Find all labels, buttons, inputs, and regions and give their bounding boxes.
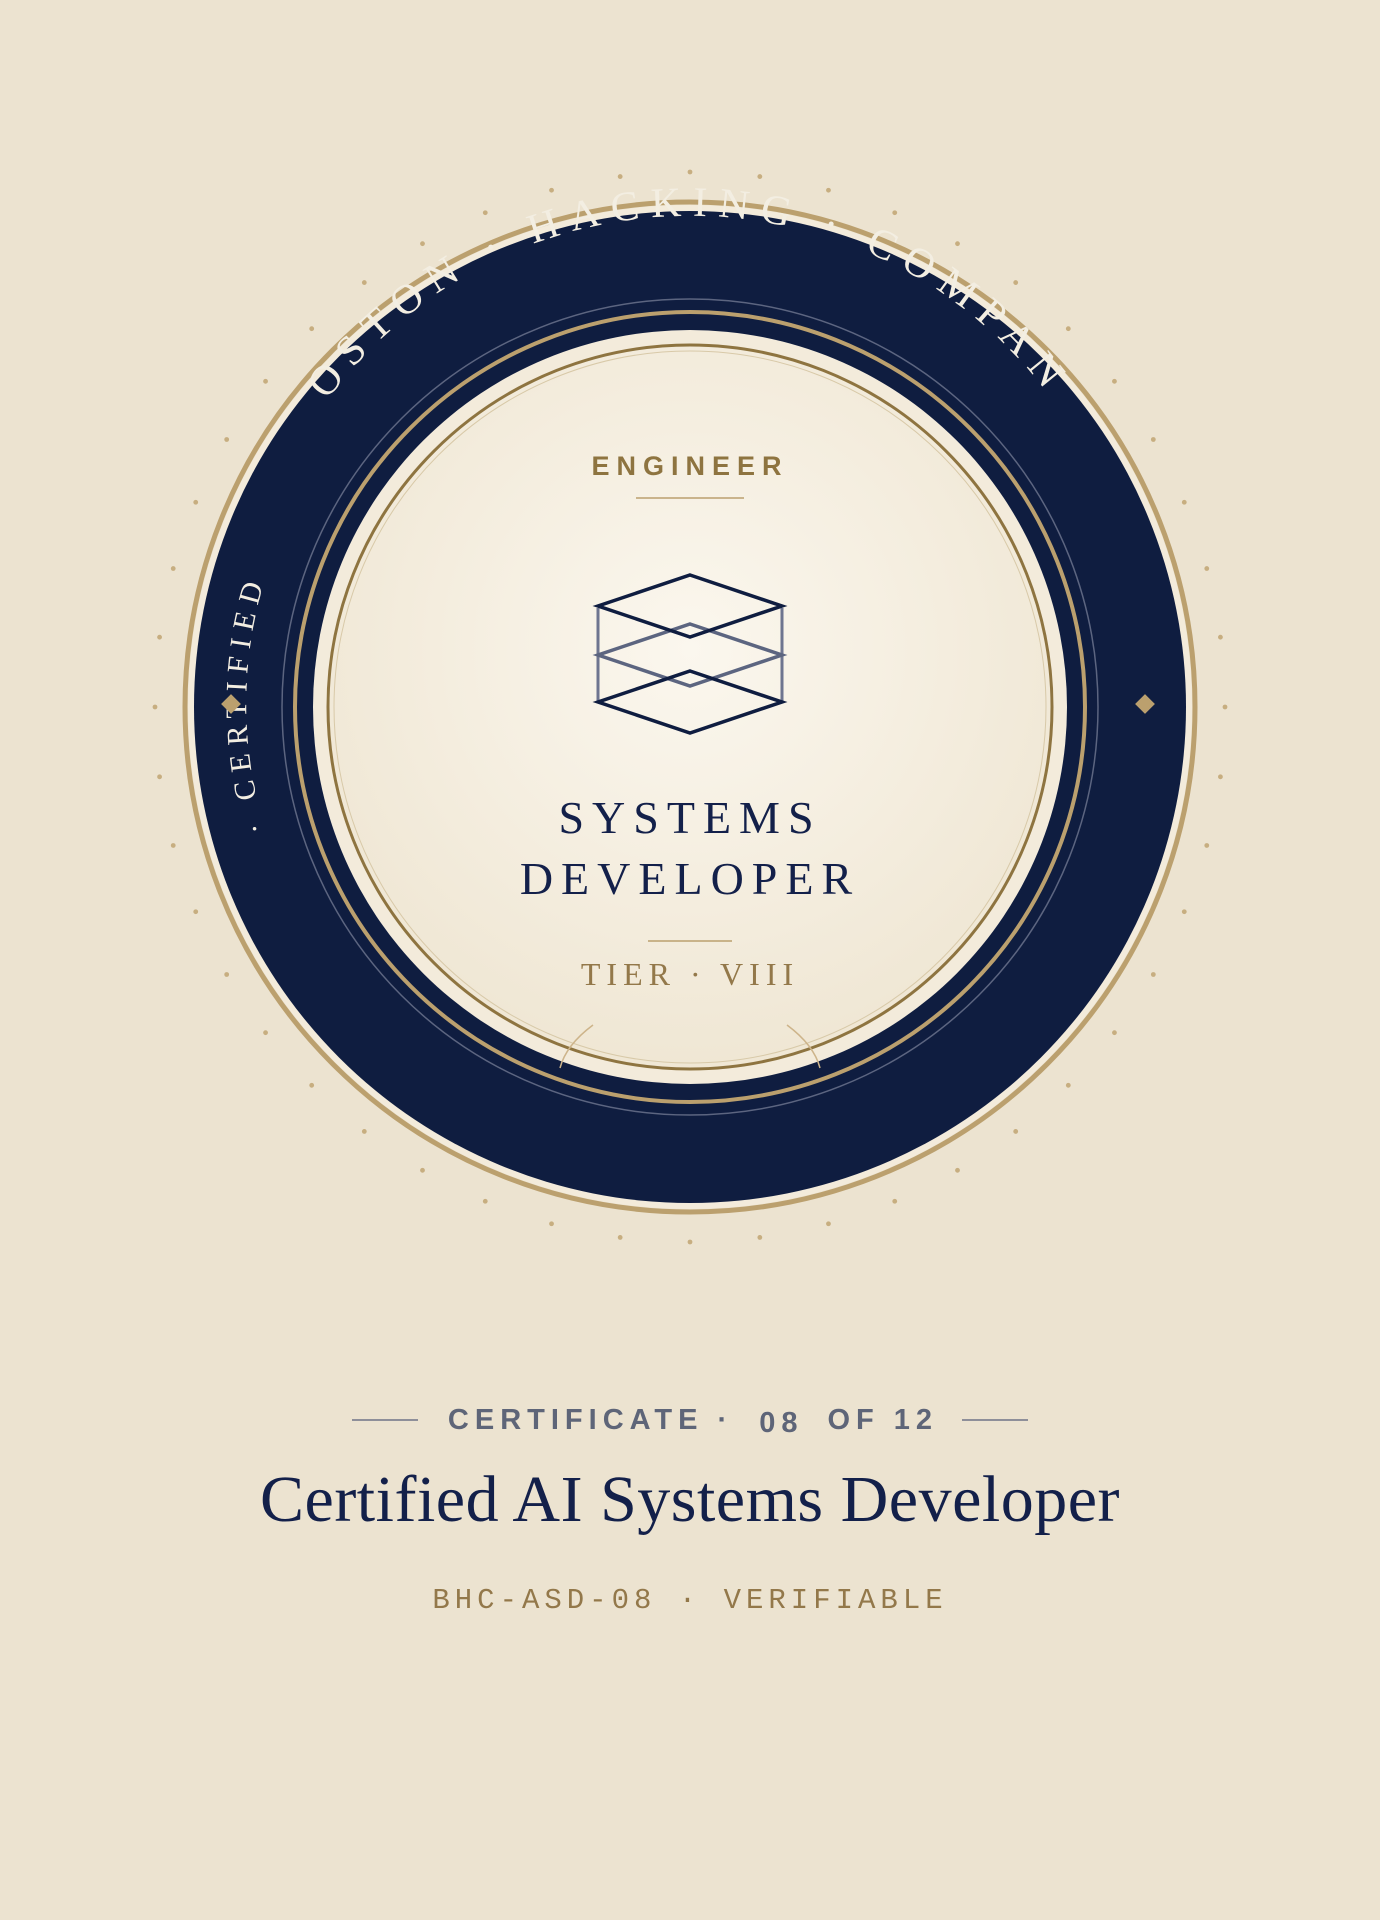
ring-dot [687, 1239, 693, 1245]
ring-dot [1181, 499, 1187, 505]
ring-dot [263, 378, 268, 384]
ring-dot [617, 174, 623, 179]
ring-dot [549, 1221, 554, 1227]
certificate-number-line: CERTIFICATE · 08 OF 12 [0, 1398, 1380, 1442]
ring-dot [482, 1198, 488, 1204]
ring-dot [152, 704, 158, 710]
ring-dot [1065, 326, 1071, 332]
ring-dot [157, 774, 162, 780]
ring-dot [420, 241, 425, 247]
ring-dot [757, 1235, 763, 1240]
badge-tier: TIER · VIII [581, 956, 799, 992]
right-divider [962, 1419, 1029, 1421]
ring-dot [482, 210, 488, 216]
certificate-label: CERTIFICATE · [447, 1403, 734, 1436]
ring-dot [263, 1030, 268, 1036]
ring-dot [757, 174, 763, 179]
certificate-code: BHC-ASD-08 · VERIFIABLE [432, 1584, 948, 1617]
ring-dot [1112, 378, 1117, 384]
ring-dot [1181, 909, 1187, 915]
ring-dot [1222, 704, 1228, 710]
ring-dot [1112, 1030, 1117, 1036]
ring-dot [193, 499, 199, 505]
badge-name-line2: DEVELOPER [520, 853, 860, 904]
ring-dot [826, 187, 831, 193]
ring-dot [1150, 437, 1156, 442]
ring-dot [309, 326, 315, 332]
ring-dot [617, 1235, 623, 1240]
ring-dot [826, 1221, 831, 1227]
certification-badge: BOSTON · HACKING · COMPANY · CERTIFIED E… [0, 0, 1228, 1245]
ring-dot [157, 634, 162, 640]
ring-dot [687, 169, 693, 175]
ring-dot [1204, 843, 1210, 848]
ring-dot [549, 187, 554, 193]
ring-dot [1013, 280, 1019, 285]
ring-dot [309, 1082, 315, 1088]
badge-name-line1: SYSTEMS [558, 792, 821, 843]
ring-dot [1065, 1082, 1071, 1088]
ring-dot [170, 843, 176, 848]
ring-dot [1218, 774, 1223, 780]
certificate-title: Certified AI Systems Developer [260, 1463, 1120, 1536]
ring-dot [1150, 972, 1156, 977]
ring-dot [1204, 566, 1210, 571]
ring-dot [955, 1167, 960, 1173]
left-divider [351, 1419, 418, 1421]
certificate-number: 08 [759, 1406, 804, 1439]
badge-level: ENGINEER [591, 451, 788, 481]
ring-dot [892, 1198, 898, 1204]
ring-dot [1013, 1129, 1019, 1134]
ring-dot [955, 241, 960, 247]
ring-dot [361, 1129, 367, 1134]
ring-dot [170, 566, 176, 571]
ring-dot [224, 972, 230, 977]
ring-dot [193, 909, 199, 915]
ring-dot [224, 437, 230, 442]
ring-dot [892, 210, 898, 216]
ring-dot [361, 280, 367, 285]
ring-dot [1218, 634, 1223, 640]
certificate-total: OF 12 [827, 1403, 939, 1436]
ring-dot [420, 1167, 425, 1173]
